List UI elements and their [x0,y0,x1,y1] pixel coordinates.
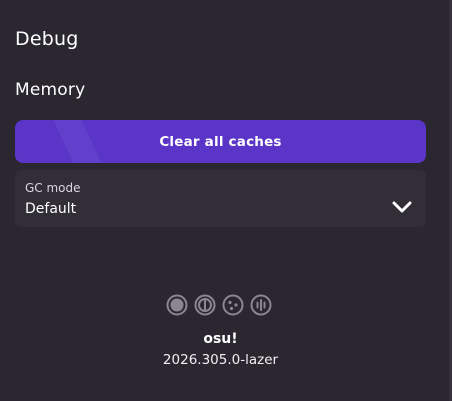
clear-all-caches-button[interactable]: Clear all caches [15,120,426,163]
app-version: 2026.305.0-lazer [162,352,279,368]
osu-standard-icon[interactable] [166,294,188,316]
section-title: Debug [15,28,79,50]
gc-mode-dropdown[interactable]: GC mode Default [15,170,426,227]
osu-catch-icon[interactable] [222,294,244,316]
app-name: osu! [203,331,238,347]
gc-mode-caption: GC mode [25,181,81,195]
ruleset-icons [166,294,276,318]
gc-mode-value: Default [25,201,77,217]
clear-all-caches-label: Clear all caches [159,133,282,150]
osu-taiko-icon[interactable] [194,294,216,316]
osu-mania-icon[interactable] [250,294,272,316]
button-decoration [48,120,110,163]
settings-panel: Debug Memory Clear all caches GC mode De… [0,0,452,401]
subsection-title: Memory [15,80,86,100]
chevron-down-icon[interactable] [392,200,412,214]
